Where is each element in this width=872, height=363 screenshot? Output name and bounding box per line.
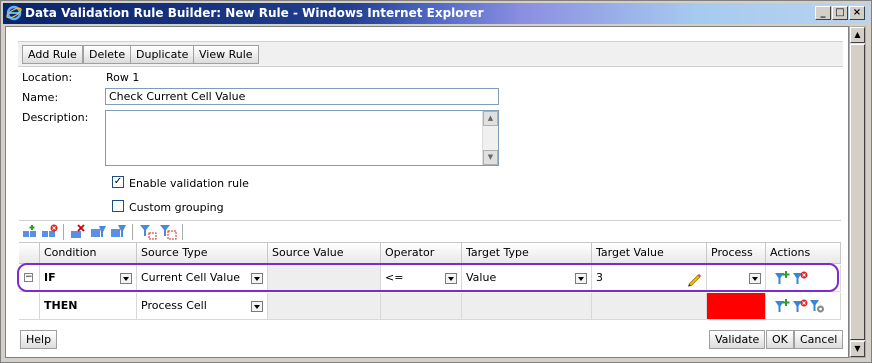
add-filter-icon[interactable] (774, 270, 790, 286)
scroll-down-icon[interactable]: ▼ (483, 150, 498, 165)
scroll-up-icon[interactable]: ▲ (483, 111, 498, 126)
page-content: Add Rule Delete Duplicate View Rule Loca… (5, 26, 849, 358)
delete-filter-icon[interactable] (792, 298, 808, 314)
chevron-down-icon[interactable] (120, 273, 132, 284)
condition-value: IF (44, 271, 56, 284)
target-type-cell[interactable]: Value (462, 265, 592, 292)
actions-cell (766, 265, 841, 292)
condition-cell[interactable]: IF (40, 265, 137, 292)
view-rule-button[interactable]: View Rule (193, 45, 259, 64)
process-cell[interactable] (707, 265, 766, 292)
description-label: Description: (22, 111, 89, 124)
expander-column-header (19, 243, 40, 264)
enable-validation-checkbox[interactable]: ✓ (112, 176, 124, 188)
filter-ungroup-icon[interactable] (159, 224, 177, 240)
toolbar-separator (63, 224, 64, 240)
target-type-cell (462, 293, 592, 320)
source-value-cell (268, 265, 381, 292)
chevron-down-icon[interactable] (251, 273, 263, 284)
rule-builder-panel: Add Rule Delete Duplicate View Rule Loca… (17, 41, 844, 355)
copy-condition-icon[interactable] (89, 224, 107, 240)
chevron-down-icon[interactable] (749, 273, 761, 284)
name-label: Name: (22, 91, 59, 104)
close-button[interactable]: × (849, 6, 865, 20)
add-condition-icon[interactable] (22, 224, 40, 240)
custom-grouping-label: Custom grouping (129, 201, 224, 214)
source-type-value: Process Cell (141, 299, 207, 312)
scrollbar-thumb[interactable] (850, 44, 865, 340)
enable-validation-label: Enable validation rule (129, 177, 249, 190)
target-value-text: 3 (596, 271, 603, 284)
cancel-button[interactable]: Cancel (794, 330, 844, 349)
table-row-then-expander-cell (19, 293, 40, 320)
conditions-grid: Condition Source Type Source Value Opera… (19, 242, 841, 320)
rule-toolbar: Add Rule Delete Duplicate View Rule (18, 41, 843, 67)
add-filter-icon[interactable] (774, 298, 790, 314)
collapse-icon[interactable]: − (24, 273, 33, 282)
cut-condition-icon[interactable] (69, 224, 87, 240)
scroll-down-icon[interactable]: ▼ (850, 341, 865, 357)
minimize-button[interactable]: _ (815, 6, 831, 20)
operator-value: <= (385, 271, 404, 284)
table-row-if-expander-cell: − (19, 265, 40, 292)
column-header-actions[interactable]: Actions (766, 243, 841, 264)
scroll-up-icon[interactable]: ▲ (850, 27, 865, 43)
chevron-down-icon[interactable] (251, 301, 263, 312)
column-header-process[interactable]: Process (707, 243, 766, 264)
source-value-cell (268, 293, 381, 320)
target-type-value: Value (466, 271, 497, 284)
location-label: Location: (22, 71, 73, 84)
description-scrollbar[interactable]: ▲ ▼ (482, 111, 498, 165)
browser-window: Data Validation Rule Builder: New Rule -… (0, 0, 872, 363)
delete-condition-icon[interactable] (41, 224, 59, 240)
column-header-condition[interactable]: Condition (40, 243, 137, 264)
custom-grouping-checkbox[interactable] (112, 200, 124, 212)
location-value: Row 1 (106, 71, 140, 84)
add-rule-button[interactable]: Add Rule (22, 45, 83, 64)
page-scrollbar[interactable]: ▲ ▼ (849, 26, 866, 358)
name-input[interactable]: Check Current Cell Value (105, 88, 499, 105)
ok-button[interactable]: OK (766, 330, 794, 349)
internet-explorer-icon (6, 5, 22, 21)
target-value-cell (592, 293, 707, 320)
column-header-target-value[interactable]: Target Value (592, 243, 707, 264)
condition-cell: THEN (40, 293, 137, 320)
actions-cell (766, 293, 841, 320)
grid-toolbar (19, 220, 841, 242)
column-header-source-type[interactable]: Source Type (137, 243, 268, 264)
window-title: Data Validation Rule Builder: New Rule -… (25, 6, 484, 20)
source-type-value: Current Cell Value (141, 271, 241, 284)
source-type-cell[interactable]: Current Cell Value (137, 265, 268, 292)
toolbar-separator (182, 224, 183, 240)
duplicate-button[interactable]: Duplicate (130, 45, 195, 64)
validate-button[interactable]: Validate (709, 330, 766, 349)
delete-filter-icon[interactable] (792, 270, 808, 286)
paste-condition-icon[interactable] (109, 224, 127, 240)
filter-group-icon[interactable] (139, 224, 157, 240)
pencil-edit-icon[interactable] (686, 271, 702, 287)
delete-button[interactable]: Delete (83, 45, 132, 64)
chevron-down-icon[interactable] (445, 273, 457, 284)
process-color-swatch[interactable] (707, 293, 766, 320)
help-button[interactable]: Help (20, 330, 58, 349)
column-header-operator[interactable]: Operator (381, 243, 462, 264)
description-textarea[interactable]: ▲ ▼ (105, 110, 499, 166)
source-type-cell[interactable]: Process Cell (137, 293, 268, 320)
title-bar: Data Validation Rule Builder: New Rule -… (3, 3, 869, 24)
maximize-button[interactable]: □ (832, 6, 848, 20)
operator-cell (381, 293, 462, 320)
target-value-cell[interactable]: 3 (592, 265, 707, 292)
process-settings-icon[interactable] (809, 298, 825, 314)
toolbar-separator (132, 224, 133, 240)
chevron-down-icon[interactable] (575, 273, 587, 284)
operator-cell[interactable]: <= (381, 265, 462, 292)
column-header-source-value[interactable]: Source Value (268, 243, 381, 264)
column-header-target-type[interactable]: Target Type (462, 243, 592, 264)
